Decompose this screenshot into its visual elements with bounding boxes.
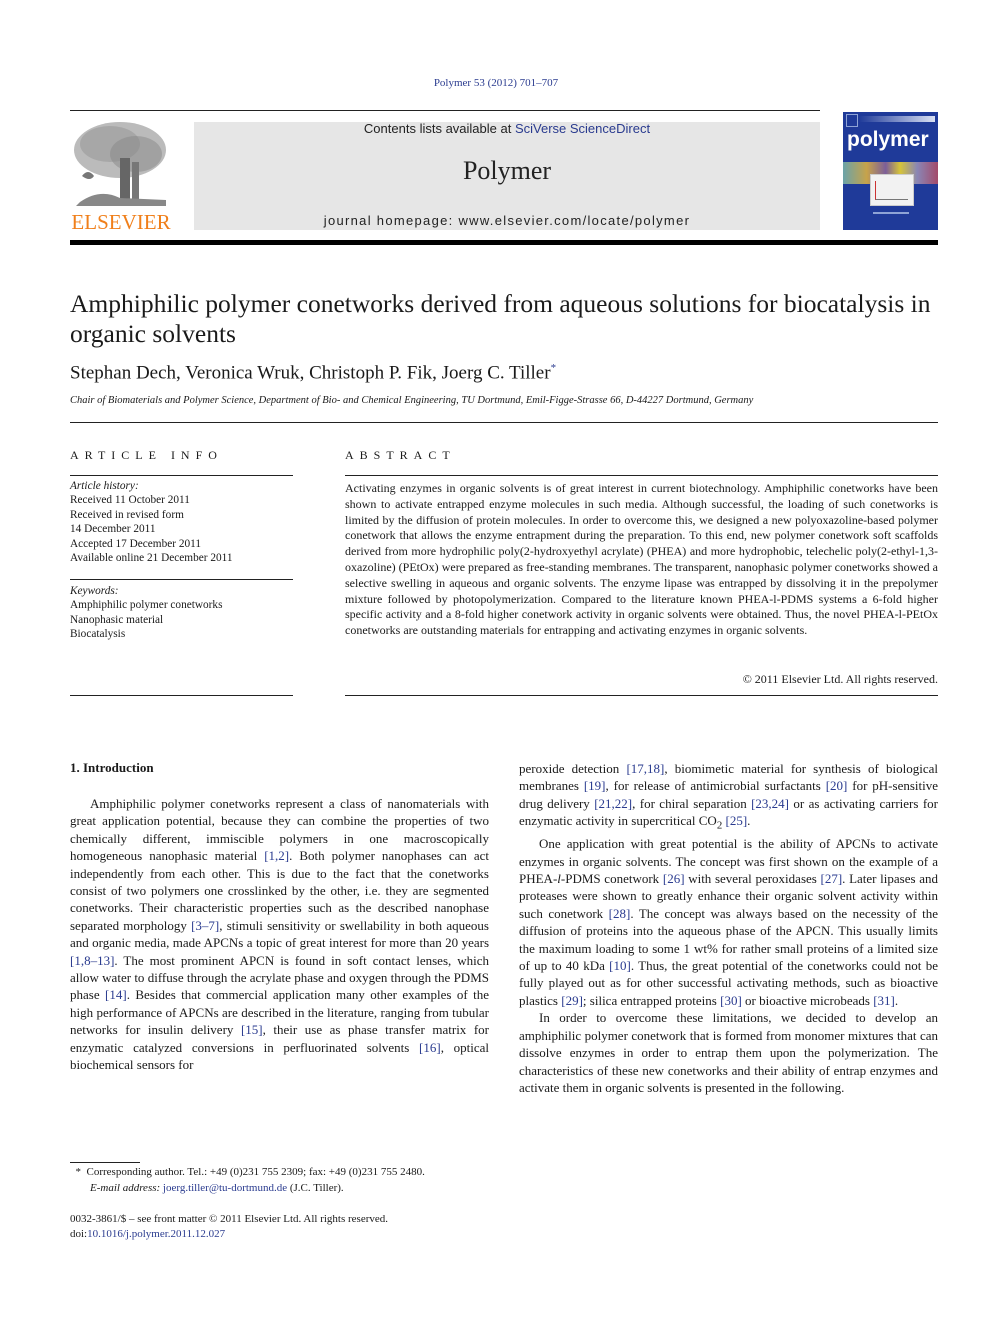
body-column-left: Amphiphilic polymer conetworks represent… xyxy=(70,795,489,1074)
header-thick-rule xyxy=(70,240,938,245)
history-item: Accepted 17 December 2011 xyxy=(70,537,202,550)
header-rule xyxy=(70,110,820,111)
email-link[interactable]: joerg.tiller@tu-dortmund.de xyxy=(163,1182,287,1194)
doi-label: doi: xyxy=(70,1227,88,1240)
cover-graph-axes xyxy=(875,181,908,200)
front-matter: 0032-3861/$ – see front matter © 2011 El… xyxy=(70,1212,500,1241)
authors-text: Stephan Dech, Veronica Wruk, Christoph P… xyxy=(70,362,551,384)
paragraph: In order to overcome these limitations, … xyxy=(519,1010,938,1095)
contents-prefix: Contents lists available at xyxy=(363,121,515,136)
citation-link[interactable]: [1,2] xyxy=(264,848,289,863)
footnote-line: * Corresponding author. Tel.: +49 (0)231… xyxy=(70,1165,500,1181)
title-rule xyxy=(70,422,938,423)
corresponding-author-mark[interactable]: * xyxy=(551,362,557,374)
abstract-copyright: © 2011 Elsevier Ltd. All rights reserved… xyxy=(742,672,938,686)
history-item: Received 11 October 2011 xyxy=(70,494,190,507)
body-column-right: peroxide detection [17,18], biomimetic m… xyxy=(519,760,938,1096)
italic-text: l xyxy=(557,871,561,887)
paragraph: One application with great potential is … xyxy=(519,836,939,1008)
doi-link[interactable]: 10.1016/j.polymer.2011.12.027 xyxy=(87,1228,225,1240)
journal-citation[interactable]: Polymer 53 (2012) 701–707 xyxy=(0,77,992,89)
doi-line: doi:10.1016/j.polymer.2011.12.027 xyxy=(70,1227,500,1242)
citation-link[interactable]: [19] xyxy=(584,778,606,793)
journal-homepage[interactable]: journal homepage: www.elsevier.com/locat… xyxy=(194,213,820,228)
citation-link[interactable]: [10] xyxy=(609,958,631,973)
sciencedirect-link[interactable]: SciVerse ScienceDirect xyxy=(515,121,650,136)
citation-link[interactable]: [25] xyxy=(726,813,748,828)
article-info-bottom-rule xyxy=(70,695,293,696)
abstract-heading: ABSTRACT xyxy=(345,448,456,462)
keywords-rule xyxy=(70,579,293,580)
citation-link[interactable]: [27] xyxy=(821,871,843,886)
abstract-text: Activating enzymes in organic solvents i… xyxy=(345,481,938,638)
citation-link[interactable]: [29] xyxy=(561,993,583,1008)
journal-cover-image: polymer xyxy=(843,112,938,230)
keyword-item: Amphiphilic polymer conetworks xyxy=(70,599,223,612)
citation-link[interactable]: [31] xyxy=(873,993,895,1008)
paragraph: peroxide detection [17,18], biomimetic m… xyxy=(519,761,939,832)
tree-icon xyxy=(74,122,166,206)
author-list: Stephan Dech, Veronica Wruk, Christoph P… xyxy=(70,362,556,384)
history-item: Received in revised form xyxy=(70,508,184,521)
citation-link[interactable]: [21,22] xyxy=(594,796,632,811)
history-label: Article history: xyxy=(70,480,139,492)
keywords-label: Keywords: xyxy=(70,585,119,597)
footnote-rule xyxy=(70,1162,140,1163)
abstract-bottom-rule xyxy=(345,695,938,696)
author-affiliation: Chair of Biomaterials and Polymer Scienc… xyxy=(70,395,754,406)
footnote-email-line: E-mail address: joerg.tiller@tu-dortmund… xyxy=(70,1181,500,1197)
citation-link[interactable]: [26] xyxy=(663,871,685,886)
mini-elsevier-icon xyxy=(846,114,858,127)
contents-line: Contents lists available at SciVerse Sci… xyxy=(194,121,820,136)
article-history: Article history: Received 11 October 201… xyxy=(70,479,293,565)
corresponding-author-footnote: * Corresponding author. Tel.: +49 (0)231… xyxy=(70,1165,500,1196)
keywords: Keywords: Amphiphilic polymer conetworks… xyxy=(70,584,293,642)
citation-link[interactable]: [3–7] xyxy=(191,918,219,933)
elsevier-wordmark: ELSEVIER xyxy=(71,210,171,234)
article-title: Amphiphilic polymer conetworks derived f… xyxy=(70,289,931,348)
citation-link[interactable]: [30] xyxy=(720,993,742,1008)
article-info-rule xyxy=(70,475,293,476)
cover-footer xyxy=(873,212,909,214)
cover-title: polymer xyxy=(847,128,929,151)
cover-top-bar xyxy=(859,116,935,122)
citation-link[interactable]: [17,18] xyxy=(626,761,664,776)
section-heading-introduction: 1. Introduction xyxy=(70,760,154,775)
article-info-heading: ARTICLE INFO xyxy=(70,448,223,462)
citation-link[interactable]: [15] xyxy=(241,1022,263,1037)
citation-link[interactable]: [14] xyxy=(105,987,127,1002)
citation-link[interactable]: [23,24] xyxy=(751,796,789,811)
footnote-mark: * xyxy=(75,1166,82,1178)
subscript: 2 xyxy=(716,819,723,832)
journal-name: Polymer xyxy=(462,156,552,185)
history-item: 14 December 2011 xyxy=(70,523,156,536)
email-suffix: (J.C. Tiller). xyxy=(289,1181,344,1194)
paragraph: Amphiphilic polymer conetworks represent… xyxy=(70,796,489,1073)
history-item: Available online 21 December 2011 xyxy=(70,552,233,565)
citation-link[interactable]: [16] xyxy=(419,1040,441,1055)
citation-link[interactable]: [1,8–13] xyxy=(70,953,114,968)
issn-line: 0032-3861/$ – see front matter © 2011 El… xyxy=(70,1213,389,1225)
abstract-rule xyxy=(345,475,938,476)
citation-link[interactable]: [20] xyxy=(826,778,848,793)
citation-link[interactable]: [28] xyxy=(609,906,631,921)
email-label: E-mail address: xyxy=(90,1181,161,1194)
keyword-item: Nanophasic material xyxy=(70,613,164,626)
cover-graph-icon xyxy=(870,174,914,206)
footnote-contact: Corresponding author. Tel.: +49 (0)231 7… xyxy=(86,1166,425,1178)
keyword-item: Biocatalysis xyxy=(70,628,126,641)
